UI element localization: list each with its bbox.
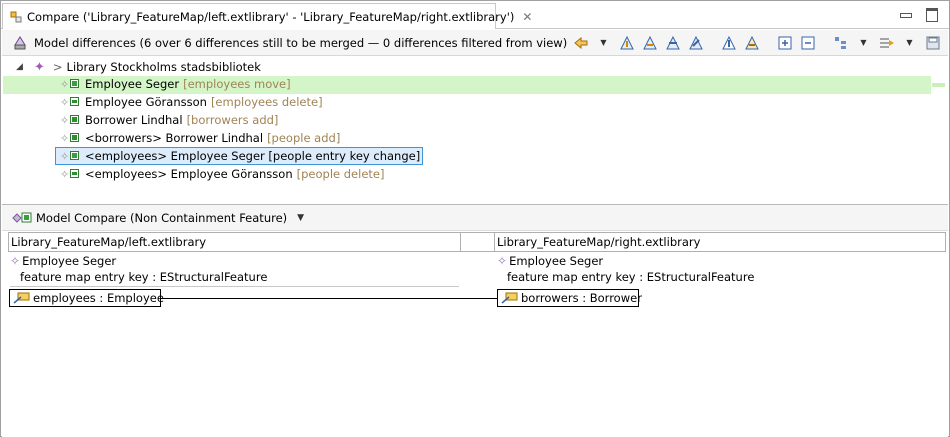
save-icon[interactable]	[923, 33, 942, 52]
tree-item[interactable]: ✧ Borrower Lindhal [borrowers add]	[60, 111, 278, 129]
model-differences-header: Model differences (6 over 6 differences …	[2, 30, 948, 56]
chevron-down-icon[interactable]: ▼	[297, 213, 304, 223]
editor-frame: Compare ('Library_FeatureMap/left.extlib…	[0, 0, 950, 437]
collapse-icon[interactable]	[798, 33, 817, 52]
right-value-label: borrowers : Borrower	[521, 291, 642, 305]
compare-icon	[9, 10, 23, 24]
tab-strip: Compare ('Library_FeatureMap/left.extlib…	[1, 1, 949, 29]
toolbar: ▼ ▼ ▼	[571, 33, 942, 52]
left-value-box[interactable]: employees : Employee	[9, 289, 164, 307]
tree-item-label: <employees> Employee Göransson	[85, 167, 293, 181]
previous-icon[interactable]	[571, 33, 590, 52]
tree-item[interactable]: ✧ Employee Göransson [employees delete]	[60, 93, 323, 111]
merge-all-left-icon[interactable]	[719, 33, 738, 52]
model-compare-pane: Model Compare (Non Containment Feature) …	[2, 204, 948, 437]
left-entry[interactable]: ✧ Employee Seger	[10, 254, 116, 268]
merge-all-right-icon[interactable]	[742, 33, 761, 52]
tree-item[interactable]: ✧ <employees> Employee Göransson [people…	[60, 165, 384, 183]
chevron-down-icon[interactable]: ▼	[900, 33, 919, 52]
feature-reference-icon	[501, 292, 518, 305]
right-value-box[interactable]: borrowers : Borrower	[497, 289, 642, 307]
differences-tree[interactable]: ◢ ✦ > Library Stockholms stadsbibliotek …	[2, 57, 948, 203]
accept-icon[interactable]	[663, 33, 682, 52]
tree-item-hint: [employees move]	[183, 77, 291, 91]
right-entry[interactable]: ✧ Employee Seger	[497, 254, 603, 268]
reject-icon[interactable]	[686, 33, 705, 52]
separator	[765, 33, 771, 52]
tab-title: Compare ('Library_FeatureMap/left.extlib…	[27, 9, 515, 24]
close-icon[interactable]: ✕	[522, 10, 532, 24]
tree-item-hint: [borrowers add]	[186, 113, 279, 127]
filter-icon[interactable]	[877, 33, 896, 52]
chevron-down-icon[interactable]: ▼	[854, 33, 873, 52]
model-compare-icon	[12, 211, 32, 225]
center-column-header	[461, 233, 495, 251]
left-column-header: Library_FeatureMap/left.extlibrary	[9, 233, 461, 251]
add-diff-icon: ✧	[60, 131, 82, 145]
right-entry-label: Employee Seger	[509, 254, 604, 268]
left-divider	[10, 286, 459, 287]
model-differences-icon	[12, 35, 28, 51]
right-column-header: Library_FeatureMap/right.extlibrary	[497, 235, 701, 249]
change-diff-icon: ✧	[60, 149, 82, 163]
row-highlight-tail	[932, 83, 945, 87]
left-value-label: employees : Employee	[33, 291, 164, 305]
root-arrow: >	[52, 60, 63, 74]
window-buttons	[899, 7, 938, 22]
tree-item-hint: [employees delete]	[210, 95, 323, 109]
compare-column-headers: Library_FeatureMap/left.extlibrary Libra…	[8, 232, 946, 252]
tree-item-label: <borrowers> Borrower Lindhal	[85, 131, 264, 145]
tree-item[interactable]: ✧ <borrowers> Borrower Lindhal [people a…	[60, 129, 340, 147]
minimize-icon[interactable]	[899, 7, 912, 19]
separator	[709, 33, 715, 52]
tree-root-row[interactable]: ◢ ✦ > Library Stockholms stadsbibliotek	[2, 58, 261, 76]
tree-root-label: Library Stockholms stadsbibliotek	[66, 60, 261, 74]
add-diff-icon: ✧	[60, 113, 82, 127]
connector-line	[161, 298, 497, 299]
employee-icon: ✧	[497, 254, 508, 268]
tree-item-selected[interactable]: ✧ <employees> Employee Seger [people ent…	[55, 147, 424, 165]
merge-left-icon[interactable]	[617, 33, 636, 52]
tree-item-hint: [people delete]	[296, 167, 385, 181]
move-diff-icon: ✧	[60, 77, 82, 91]
tree-item-label: Employee Göransson	[85, 95, 207, 109]
delete-diff-icon: ✧	[60, 95, 82, 109]
separator	[821, 33, 827, 52]
merge-right-icon[interactable]	[640, 33, 659, 52]
tree-item-hint: [people add]	[267, 131, 341, 145]
left-entry-label: Employee Seger	[22, 254, 117, 268]
group-icon[interactable]	[831, 33, 850, 52]
tree-item-label: Borrower Lindhal	[85, 113, 183, 127]
left-key-line: feature map entry key : EStructuralFeatu…	[20, 270, 268, 284]
employee-icon: ✧	[10, 254, 21, 268]
library-icon: ✦	[34, 59, 45, 75]
expand-icon[interactable]	[775, 33, 794, 52]
expand-arrow-icon[interactable]: ◢	[16, 62, 30, 72]
model-compare-title: Model Compare (Non Containment Feature)	[36, 210, 288, 225]
tree-item-label: Employee Seger	[85, 77, 180, 91]
tree-item[interactable]: ✧ Employee Seger [employees move]	[60, 75, 291, 93]
chevron-down-icon[interactable]: ▼	[594, 33, 613, 52]
tree-item-label: <employees> Employee Seger [people entry…	[85, 149, 421, 163]
model-compare-bar: Model Compare (Non Containment Feature) …	[2, 205, 948, 231]
right-key-line: feature map entry key : EStructuralFeatu…	[507, 270, 755, 284]
maximize-icon[interactable]	[925, 7, 938, 22]
model-differences-title: Model differences (6 over 6 differences …	[34, 35, 568, 50]
tab-compare[interactable]: Compare ('Library_FeatureMap/left.extlib…	[2, 3, 532, 29]
delete-diff-icon: ✧	[60, 167, 82, 181]
feature-reference-icon	[13, 292, 30, 305]
